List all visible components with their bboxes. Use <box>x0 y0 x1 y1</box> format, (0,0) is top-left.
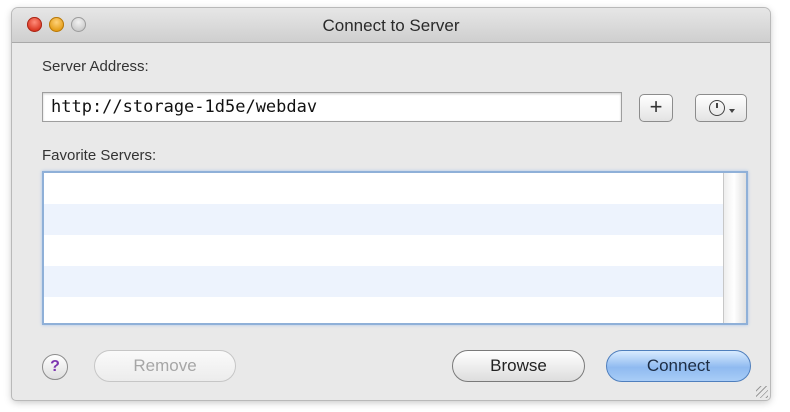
connect-to-server-dialog: Connect to Server Server Address: + Favo… <box>12 8 770 400</box>
server-address-label: Server Address: <box>42 58 149 75</box>
help-button[interactable]: ? <box>42 354 68 380</box>
favorite-servers-list[interactable] <box>42 171 748 325</box>
title-bar[interactable]: Connect to Server <box>12 8 770 43</box>
vertical-scrollbar[interactable] <box>723 173 746 323</box>
window-title: Connect to Server <box>322 16 460 35</box>
add-favorite-button[interactable]: + <box>639 94 673 122</box>
remove-button[interactable]: Remove <box>94 350 236 382</box>
browse-button[interactable]: Browse <box>452 350 585 382</box>
list-row[interactable] <box>44 235 746 266</box>
favorite-servers-label: Favorite Servers: <box>42 147 157 164</box>
server-address-input[interactable] <box>42 92 622 122</box>
dropdown-arrow-icon <box>729 109 735 113</box>
recent-servers-button[interactable] <box>695 94 747 122</box>
list-row[interactable] <box>44 297 746 323</box>
list-row[interactable] <box>44 173 746 204</box>
list-row[interactable] <box>44 204 746 235</box>
clock-icon <box>709 100 725 116</box>
resize-grip[interactable] <box>756 386 768 398</box>
list-row[interactable] <box>44 266 746 297</box>
connect-button[interactable]: Connect <box>606 350 751 382</box>
